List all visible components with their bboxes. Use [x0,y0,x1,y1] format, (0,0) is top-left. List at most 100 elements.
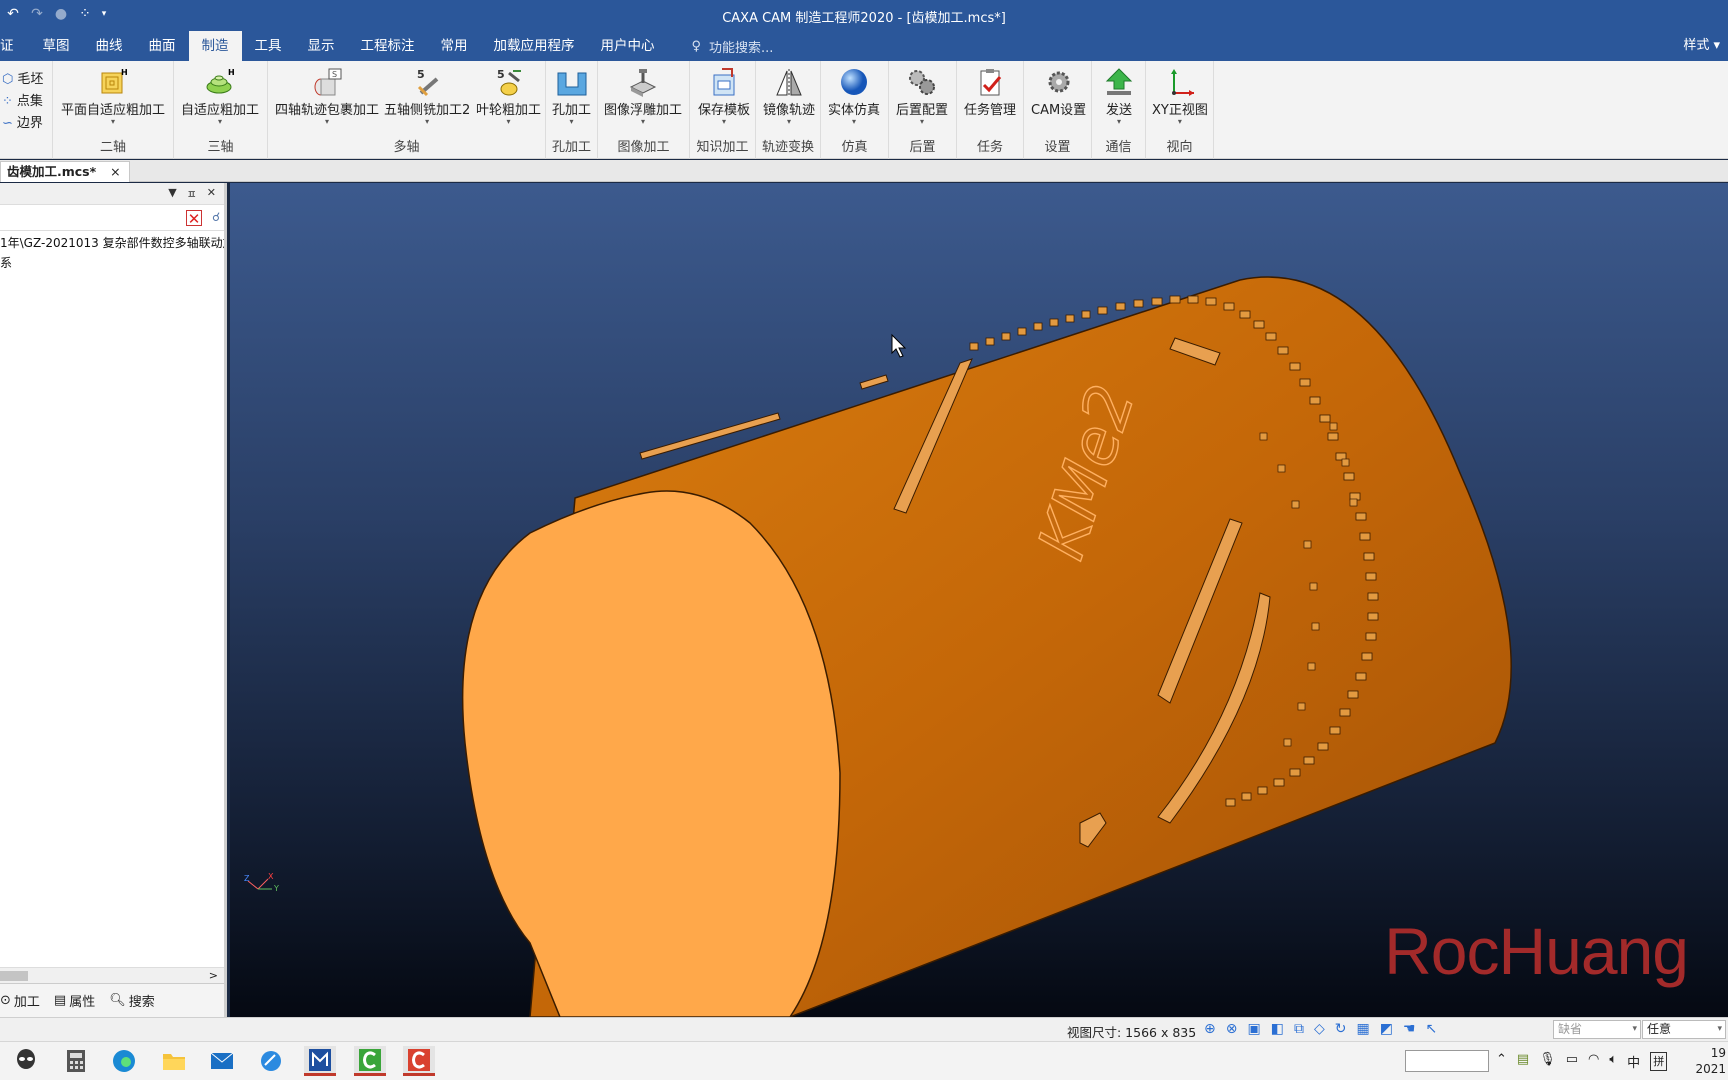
task-manage-button[interactable]: 任务管理 [964,67,1016,118]
shading-icon[interactable]: ◧ [1271,1021,1284,1037]
microphone-icon[interactable]: 🎙︎ [1539,1052,1556,1071]
cube-icon: ⬡ [2,72,14,87]
taskbar-app-calculator[interactable] [60,1046,92,1076]
orbit-icon[interactable]: ↻ [1335,1021,1347,1037]
wifi-icon[interactable]: ◠ [1588,1052,1599,1071]
close-icon[interactable]: ✕ [207,186,216,202]
tree-item[interactable]: 1年\GZ-2021013 复杂部件数控多轴联动加 [0,233,224,253]
hole-icon [557,72,586,96]
taskbar-app-edge[interactable] [108,1046,140,1076]
tab-load-apps[interactable]: 加载应用程序 [481,31,588,61]
panel-tab-properties[interactable]: ▤ 属性 [54,991,95,1010]
chevron-down-icon: ▾ [722,117,727,126]
tab-curve[interactable]: 曲线 [83,31,136,61]
render-icon[interactable]: ◩ [1380,1021,1393,1037]
tab-common[interactable]: 常用 [428,31,481,61]
view-box-icon[interactable]: ▣ [1247,1021,1260,1037]
close-icon[interactable]: × [110,162,120,182]
upload-icon [1105,68,1133,95]
svg-text:X: X [268,872,274,881]
adaptive-rough-button[interactable]: H 自适应粗加工 ▾ [181,67,259,126]
tab-tools[interactable]: 工具 [242,31,295,61]
tab-manufacture[interactable]: 制造 [188,31,242,61]
cam-settings-button[interactable]: CAM设置 [1031,67,1086,118]
planar-rough-label: 平面自适应粗加工 [61,103,166,118]
panel-header: ▼ ㅍ ✕ [0,183,224,205]
xy-view-button[interactable]: XY正视图 ▾ [1152,67,1208,126]
taskbar-search-input[interactable] [1405,1050,1489,1072]
system-clock[interactable]: 19 2021 [1695,1045,1726,1077]
status-bar: 视图尺寸: 1566 x 835 ⊕ ⊗ ▣ ◧ ⧉ ◇ ↻ ▦ ◩ ☚ ↖ 缺… [0,1017,1728,1041]
axis-triad: Z XY [244,872,279,893]
cube-view-icon[interactable]: ▦ [1356,1021,1369,1037]
panel-tab-machining[interactable]: ⊙ 加工 [0,991,40,1010]
scroll-right-icon[interactable]: > [209,968,218,984]
send-button[interactable]: 发送 ▾ [1103,67,1135,126]
zoom-window-icon[interactable]: ⊗ [1226,1021,1238,1037]
post-config-button[interactable]: 后置配置 ▾ [896,67,948,126]
svg-text:H: H [228,68,235,77]
group-knowledge: 保存模板 ▾ 知识加工 [690,61,756,159]
style-menu[interactable]: 样式 ▾ [1683,31,1720,61]
tab-user-center[interactable]: 用户中心 [588,31,668,61]
taskbar-app-caxa-red[interactable] [403,1046,435,1076]
point-set-button[interactable]: ⁘ 点集 [2,91,43,113]
layers-icon[interactable]: ⧉ [1294,1021,1304,1037]
panel-menu-icon[interactable]: ▼ [168,186,176,202]
battery-icon[interactable]: ▭ [1566,1052,1578,1071]
taskbar-app-alien[interactable] [10,1046,42,1076]
panel-tab-search[interactable]: 🔍︎ 搜索 [109,991,155,1010]
tab-surface[interactable]: 曲面 [136,31,189,61]
alien-icon [17,1049,35,1069]
hand-icon[interactable]: ☚ [1403,1021,1416,1037]
image-relief-button[interactable]: 图像浮雕加工 ▾ [604,67,682,126]
group-label-transform: 轨迹变换 [761,140,814,155]
plane-icon[interactable]: ◇ [1314,1021,1325,1037]
taskbar-app-caxa-manufacture[interactable] [304,1046,336,1076]
taskbar-app-explorer[interactable] [158,1046,190,1076]
speaker-icon[interactable]: 🔈︎ [1609,1052,1617,1071]
mirror-path-button[interactable]: 镜像轨迹 ▾ [763,67,815,126]
five-axis-side-mill-button[interactable]: 5 五轴侧铣加工2 ▾ [384,67,470,126]
four-axis-wrap-button[interactable]: S 四轴轨迹包裹加工 ▾ [275,67,379,126]
scrollbar-thumb[interactable] [0,971,28,981]
planar-adaptive-rough-button[interactable]: H 平面自适应粗加工 ▾ [61,67,165,126]
filter-combo[interactable]: 任意 ▾ [1642,1020,1726,1039]
pin-icon[interactable]: ㅍ [187,186,197,202]
feature-search[interactable]: ♀ 功能搜索... [692,37,774,56]
solid-simulation-button[interactable]: 实体仿真 ▾ [828,67,880,126]
select-icon[interactable]: ↖ [1425,1021,1437,1037]
tab-display[interactable]: 显示 [295,31,348,61]
tab-partial[interactable]: 证 [0,31,30,61]
horizontal-scrollbar[interactable]: > [0,967,224,983]
document-tab[interactable]: 齿模加工.mcs* × [0,161,130,182]
chevron-down-icon: ▾ [569,117,574,126]
svg-text:S: S [332,70,337,79]
zoom-icon[interactable]: ⊕ [1204,1021,1216,1037]
group-label-image: 图像加工 [617,140,670,155]
taskbar-app-browser[interactable] [255,1046,287,1076]
boundary-button[interactable]: ∽ 边界 [2,113,43,135]
group-label-post: 后置 [909,140,936,155]
impeller-rough-button[interactable]: 5 叶轮粗加工 ▾ [476,67,541,126]
tab-sketch[interactable]: 草图 [30,31,83,61]
filter-combo-value: 任意 [1647,1022,1672,1036]
ime-mode[interactable]: 拼 [1650,1052,1668,1071]
tab-annotation[interactable]: 工程标注 [348,31,428,61]
save-template-button[interactable]: 保存模板 ▾ [698,67,750,126]
tray-expand-icon[interactable]: ⌃ [1496,1052,1507,1071]
stock-button[interactable]: ⬡ 毛坯 [2,69,43,91]
window-title: CAXA CAM 制造工程师2020 - [齿模加工.mcs*] [722,11,1006,26]
filter-icon[interactable]: ☌ [212,210,220,224]
taskbar-app-caxa-green[interactable] [354,1046,386,1076]
3d-viewport[interactable]: KMe2 ZXY RocHuang [230,183,1728,1017]
group-label-multi-axis: 多轴 [393,140,420,155]
taskbar-app-mail[interactable] [206,1046,238,1076]
layer-combo[interactable]: 缺省 ▾ [1553,1020,1641,1039]
tray-app-icon[interactable]: ▤ [1517,1052,1529,1071]
hole-machining-button[interactable]: 孔加工 ▾ [552,67,591,126]
clock-time: 19 [1710,1046,1726,1060]
input-language[interactable]: 中 [1627,1052,1640,1071]
clear-filter-icon[interactable]: ✕ [186,210,202,227]
tree-item[interactable]: 系 [0,253,224,273]
